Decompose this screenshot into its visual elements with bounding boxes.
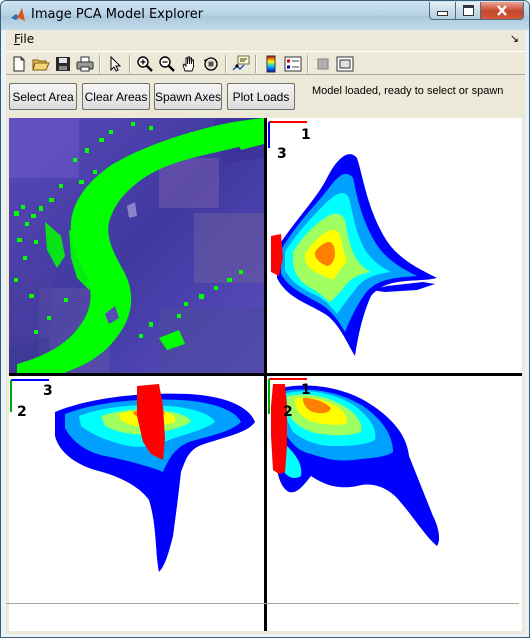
pan-hand-icon[interactable]	[180, 55, 198, 73]
matlab-logo-icon	[10, 7, 26, 23]
spawn-axes-button[interactable]: Spawn Axes	[154, 83, 222, 110]
print-icon[interactable]	[76, 55, 94, 73]
save-icon[interactable]	[54, 55, 72, 73]
selected-region-1-2	[271, 384, 287, 474]
title-bar[interactable]: Image PCA Model Explorer	[1, 1, 529, 30]
select-area-button[interactable]: Select Area	[9, 83, 77, 110]
figure-toolbar	[6, 51, 525, 75]
hide-plot-tools-icon[interactable]	[314, 55, 332, 73]
show-plot-tools-icon[interactable]	[336, 55, 354, 73]
menu-file[interactable]: File	[14, 32, 34, 46]
axes-grid: 1 3 3 2 1 2	[9, 118, 522, 631]
y-component-label: 2	[283, 404, 293, 420]
rotate-3d-icon[interactable]	[202, 55, 220, 73]
menu-file-rest: ile	[20, 32, 35, 46]
minimize-button[interactable]	[429, 2, 456, 20]
colorbar-icon[interactable]	[262, 55, 280, 73]
clear-areas-button[interactable]: Clear Areas	[82, 83, 150, 110]
y-component-label: 3	[277, 146, 287, 162]
scores-plot-1-vs-2[interactable]: 1 2	[267, 376, 522, 631]
x-component-label: 3	[43, 383, 53, 399]
zoom-in-icon[interactable]	[136, 55, 154, 73]
pointer-icon[interactable]	[106, 55, 124, 73]
maximize-icon	[462, 5, 474, 16]
x-component-label: 1	[301, 127, 311, 143]
density-cloud-1-3	[277, 154, 437, 356]
status-text: Model loaded, ready to select or spawn	[312, 85, 504, 97]
menu-bar: File ↘	[6, 30, 525, 50]
minimize-icon	[437, 11, 448, 16]
density-cloud-1-2	[275, 385, 440, 546]
close-button[interactable]	[480, 2, 524, 20]
figure-chrome: File ↘ Select Area Clear Areas Spawn Axe…	[6, 30, 525, 634]
dock-figure-button[interactable]: ↘	[510, 32, 519, 45]
pca-image-panel[interactable]	[9, 118, 264, 373]
app-window: Image PCA Model Explorer File ↘ Select A…	[0, 0, 530, 638]
window-title: Image PCA Model Explorer	[31, 7, 204, 22]
zoom-out-icon[interactable]	[158, 55, 176, 73]
x-component-label: 1	[301, 382, 311, 398]
control-panel: Select Area Clear Areas Spawn Axes Plot …	[6, 78, 525, 116]
y-component-label: 2	[17, 404, 27, 420]
scores-plot-1-vs-3[interactable]: 1 3	[267, 118, 522, 373]
legend-icon[interactable]	[284, 55, 302, 73]
plot-loads-button[interactable]: Plot Loads	[227, 83, 295, 110]
open-folder-icon[interactable]	[32, 55, 50, 73]
maximize-button[interactable]	[455, 2, 481, 20]
bottom-divider	[6, 603, 519, 604]
close-icon	[497, 5, 507, 16]
data-cursor-icon[interactable]	[232, 55, 250, 73]
scores-plot-3-vs-2[interactable]: 3 2	[9, 376, 264, 631]
new-file-icon[interactable]	[10, 55, 28, 73]
